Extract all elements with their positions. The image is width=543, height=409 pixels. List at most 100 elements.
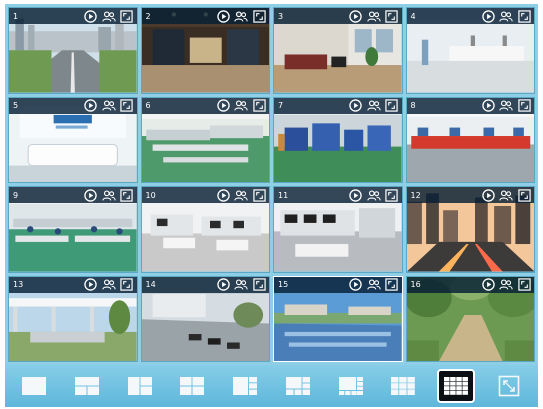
play-icon[interactable] (349, 278, 363, 292)
play-icon[interactable] (84, 278, 98, 292)
channel-number: 4 (410, 11, 416, 21)
play-icon[interactable] (349, 188, 363, 202)
channel-header: 6 (141, 97, 269, 114)
person-detect-icon[interactable] (101, 278, 116, 292)
person-detect-icon[interactable] (366, 9, 381, 23)
channel-number: 2 (145, 11, 151, 21)
fullscreen-icon[interactable] (517, 188, 531, 202)
play-icon[interactable] (216, 99, 230, 113)
channel-tile-1[interactable]: 1 (8, 7, 138, 94)
channel-tile-10[interactable]: 10 (140, 186, 270, 273)
channel-number: 16 (410, 280, 421, 289)
fullscreen-icon[interactable] (252, 278, 266, 292)
play-icon[interactable] (84, 9, 98, 23)
play-icon[interactable] (84, 188, 98, 202)
layout-2-icon (74, 377, 99, 395)
play-icon[interactable] (216, 188, 230, 202)
person-detect-icon[interactable] (366, 188, 381, 202)
channel-number: 13 (13, 280, 24, 289)
channel-tile-14[interactable]: 14 (140, 275, 270, 362)
person-detect-icon[interactable] (499, 188, 513, 202)
fullscreen-icon[interactable] (517, 278, 531, 292)
channel-number: 8 (410, 101, 416, 110)
layout-8-icon (338, 377, 363, 395)
person-detect-icon[interactable] (366, 99, 381, 113)
layout-5-icon (233, 377, 258, 395)
person-detect-icon[interactable] (366, 278, 381, 292)
fullscreen-icon[interactable] (385, 99, 399, 113)
channel-tile-16[interactable]: 16 (405, 275, 535, 362)
fullscreen-icon[interactable] (252, 9, 266, 23)
play-icon[interactable] (481, 278, 495, 292)
channel-tile-2[interactable]: 2 (140, 7, 270, 94)
layout-16-icon (444, 377, 469, 395)
layout-3-icon (127, 377, 152, 395)
person-detect-icon[interactable] (101, 99, 116, 113)
play-icon[interactable] (349, 99, 363, 113)
layout-16-button[interactable] (437, 369, 476, 403)
play-icon[interactable] (481, 188, 495, 202)
fullscreen-icon[interactable] (517, 99, 531, 113)
channel-tile-4[interactable]: 4 (405, 7, 535, 94)
channel-number: 3 (278, 11, 284, 21)
layout-5-button[interactable] (226, 369, 264, 403)
play-icon[interactable] (481, 99, 495, 113)
play-icon[interactable] (216, 9, 230, 23)
layout-6-button[interactable] (279, 369, 317, 403)
channel-number: 14 (145, 280, 156, 289)
channel-tile-13[interactable]: 13 (8, 275, 138, 362)
fullscreen-icon[interactable] (120, 99, 134, 113)
person-detect-icon[interactable] (101, 9, 116, 23)
play-icon[interactable] (349, 9, 363, 23)
play-icon[interactable] (481, 9, 495, 23)
person-detect-icon[interactable] (234, 188, 248, 202)
play-icon[interactable] (84, 99, 98, 113)
channel-header: 9 (9, 187, 137, 203)
channel-header: 12 (406, 187, 534, 203)
play-icon[interactable] (216, 278, 230, 292)
person-detect-icon[interactable] (499, 99, 513, 113)
video-grid: 1 2 3 4 5 6 7 8 9 10 11 12 13 14 15 16 (5, 4, 538, 365)
layout-9-icon (391, 377, 416, 395)
channel-tile-11[interactable]: 11 (273, 186, 403, 273)
channel-tile-6[interactable]: 6 (140, 96, 270, 183)
channel-header: 14 (141, 276, 269, 293)
layout-2-button[interactable] (68, 369, 106, 403)
channel-tile-5[interactable]: 5 (8, 96, 138, 183)
layout-9-button[interactable] (384, 369, 422, 403)
channel-tile-12[interactable]: 12 (405, 186, 535, 273)
person-detect-icon[interactable] (234, 9, 248, 23)
layout-4-button[interactable] (173, 369, 211, 403)
person-detect-icon[interactable] (499, 278, 513, 292)
fullscreen-icon[interactable] (517, 9, 531, 23)
fullscreen-icon[interactable] (252, 188, 266, 202)
fullscreen-icon[interactable] (385, 9, 399, 23)
layout-4-icon (180, 377, 205, 395)
fullscreen-button[interactable] (490, 369, 528, 403)
fullscreen-icon[interactable] (385, 188, 399, 202)
channel-tile-7[interactable]: 7 (273, 96, 403, 183)
channel-header: 7 (274, 97, 402, 114)
layout-8-button[interactable] (332, 369, 370, 403)
channel-tile-3[interactable]: 3 (273, 7, 403, 94)
fullscreen-icon[interactable] (120, 188, 134, 202)
channel-tile-15[interactable]: 15 (273, 275, 403, 362)
channel-header: 2 (141, 8, 269, 24)
layout-toolbar (5, 365, 538, 407)
person-detect-icon[interactable] (101, 188, 116, 202)
channel-header: 16 (406, 276, 534, 293)
fullscreen-icon[interactable] (120, 9, 134, 23)
fullscreen-icon[interactable] (385, 278, 399, 292)
fullscreen-icon[interactable] (120, 278, 134, 292)
channel-tile-9[interactable]: 9 (8, 186, 138, 273)
channel-header: 13 (9, 276, 137, 293)
channel-number: 11 (278, 190, 289, 200)
fullscreen-icon[interactable] (252, 99, 266, 113)
person-detect-icon[interactable] (234, 99, 248, 113)
channel-header: 1 (9, 8, 137, 24)
layout-3-button[interactable] (121, 369, 159, 403)
channel-tile-8[interactable]: 8 (405, 96, 535, 183)
layout-1-button[interactable] (15, 369, 53, 403)
person-detect-icon[interactable] (499, 9, 513, 23)
person-detect-icon[interactable] (234, 278, 248, 292)
